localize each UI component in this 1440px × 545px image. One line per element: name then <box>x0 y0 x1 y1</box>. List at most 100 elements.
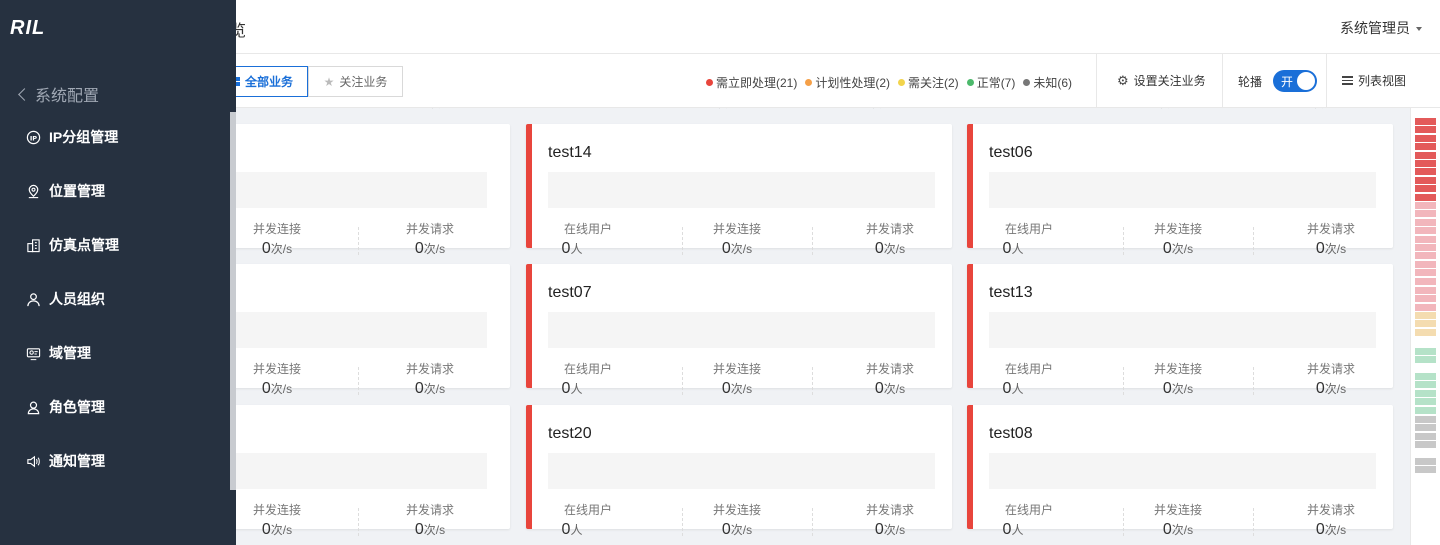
stat-value: 0人 <box>561 521 583 538</box>
sidebar-item-label: 角色管理 <box>49 399 105 415</box>
status-cell <box>1415 303 1436 311</box>
divider <box>1253 227 1254 255</box>
sidebar-item-personnel[interactable]: 人员组织 <box>26 288 105 310</box>
stat-label: 并发连接 <box>712 503 761 517</box>
service-card[interactable]: 并发连接 0次/s 并发请求 0次/s <box>236 264 510 397</box>
divider <box>1123 508 1124 536</box>
status-cell <box>1415 126 1436 134</box>
legend-dot <box>966 79 974 86</box>
stat-label: 并发请求 <box>405 222 454 236</box>
divider <box>358 508 359 536</box>
service-card[interactable]: test14 在线用户 0人 并发连接 0次/s 并发请求 0次/s <box>526 124 952 257</box>
status-cell <box>1415 398 1436 406</box>
role-icon <box>27 401 40 414</box>
divider <box>1253 508 1254 536</box>
status-cell <box>1415 176 1436 184</box>
user-menu[interactable]: 系统管理员 <box>1340 18 1422 38</box>
stat-value: 0次/s <box>721 240 753 257</box>
status-cell <box>1415 277 1436 285</box>
stat-label: 并发请求 <box>1306 503 1355 517</box>
sidebar-scrollbar[interactable] <box>230 112 236 490</box>
status-cell <box>1415 416 1436 423</box>
legend-unknown[interactable]: 未知(6) <box>1023 74 1072 91</box>
service-card[interactable]: test13 在线用户 0人 并发连接 0次/s 并发请求 0次/s <box>967 264 1393 397</box>
status-cell <box>1415 328 1436 336</box>
stat-value: 0次/s <box>414 380 446 397</box>
legend-planned[interactable]: 计划性处理(2) <box>805 74 890 91</box>
service-name: test13 <box>989 284 1033 301</box>
sidebar-item-domain[interactable]: 域管理 <box>26 342 91 364</box>
stat-value: 0次/s <box>261 240 293 257</box>
trend-chart <box>236 453 487 489</box>
status-cell <box>1415 424 1436 432</box>
sidebar-item-role[interactable]: 角色管理 <box>26 396 105 418</box>
status-cell <box>1415 227 1436 235</box>
trend-chart <box>548 453 935 489</box>
status-cell <box>1415 432 1436 440</box>
status-cell <box>1415 269 1436 277</box>
stat-label: 并发连接 <box>1153 503 1202 517</box>
stat-label: 并发请求 <box>865 503 914 517</box>
tab-all-label: 全部业务 <box>245 75 294 89</box>
status-cell <box>1415 381 1436 389</box>
service-card[interactable]: test07 在线用户 0人 并发连接 0次/s 并发请求 0次/s <box>526 264 952 397</box>
stat-value: 0次/s <box>1162 380 1194 397</box>
legend-normal[interactable]: 正常(7) <box>966 74 1016 91</box>
legend-label: 正常(7) <box>976 76 1016 90</box>
sidebar-item-label: 人员组织 <box>49 291 105 307</box>
stat-value: 0次/s <box>874 380 906 397</box>
status-cell <box>1415 134 1436 142</box>
legend-attention[interactable]: 需关注(2) <box>898 74 959 91</box>
service-card[interactable]: 并发连接 0次/s 并发请求 0次/s <box>236 124 510 257</box>
sidebar-item-ip-group[interactable]: IP IP分组管理 <box>26 126 118 148</box>
trend-chart <box>236 312 487 348</box>
settings-follow-button[interactable]: ⚙ 设置关注业务 <box>1117 72 1206 89</box>
legend-label: 未知(6) <box>1033 76 1073 90</box>
back-system-config[interactable]: 系统配置 <box>18 82 99 106</box>
service-card[interactable]: test06 在线用户 0人 并发连接 0次/s 并发请求 0次/s <box>967 124 1393 257</box>
sidebar-item-label: IP分组管理 <box>49 129 119 145</box>
carousel-toggle[interactable]: 开 <box>1273 70 1318 92</box>
service-card[interactable]: test20 在线用户 0人 并发连接 0次/s 并发请求 0次/s <box>526 405 952 538</box>
status-cell <box>1415 312 1436 319</box>
status-minimap[interactable] <box>1410 108 1440 545</box>
status-cell <box>1415 295 1436 303</box>
service-name: test06 <box>989 144 1033 161</box>
list-view-button[interactable]: 列表视图 <box>1342 72 1406 89</box>
trend-chart <box>548 312 935 348</box>
stat-value: 0次/s <box>721 521 753 538</box>
location-pin-icon <box>28 184 39 198</box>
divider <box>1326 54 1327 108</box>
divider <box>682 367 683 395</box>
sidebar-item-location[interactable]: 位置管理 <box>26 180 105 202</box>
stat-label: 并发请求 <box>865 222 914 236</box>
stat-label: 在线用户 <box>563 362 612 376</box>
tab-followed-business[interactable]: ★ 关注业务 <box>308 66 403 97</box>
domain-icon <box>26 347 41 360</box>
sidebar-item-notification[interactable]: 通知管理 <box>26 450 105 472</box>
legend-critical[interactable]: 需立即处理(21) <box>706 74 797 91</box>
service-card[interactable]: 并发连接 0次/s 并发请求 0次/s <box>236 405 510 538</box>
divider <box>1222 54 1223 108</box>
trend-chart <box>989 172 1376 208</box>
stat-value: 0人 <box>1002 380 1024 397</box>
stat-label: 在线用户 <box>1004 362 1053 376</box>
stat-value: 0次/s <box>261 380 293 397</box>
status-cell <box>1415 406 1436 414</box>
stat-value: 0次/s <box>1315 521 1347 538</box>
divider <box>1096 54 1097 108</box>
list-icon <box>1342 76 1353 85</box>
status-cell <box>1415 252 1436 260</box>
user-icon <box>27 292 40 306</box>
stat-value: 0人 <box>1002 521 1024 538</box>
stat-label: 并发请求 <box>405 503 454 517</box>
stat-value: 0次/s <box>1162 240 1194 257</box>
ip-icon: IP <box>26 130 41 144</box>
stat-label: 并发请求 <box>865 362 914 376</box>
tab-fav-label: 关注业务 <box>339 75 388 89</box>
service-card[interactable]: test08 在线用户 0人 并发连接 0次/s 并发请求 0次/s <box>967 405 1393 538</box>
stat-value: 0次/s <box>721 380 753 397</box>
sidebar-item-sim-point[interactable]: 仿真点管理 <box>26 234 119 256</box>
legend-dot <box>805 79 813 86</box>
settings-follow-label: 设置关注业务 <box>1133 74 1206 88</box>
